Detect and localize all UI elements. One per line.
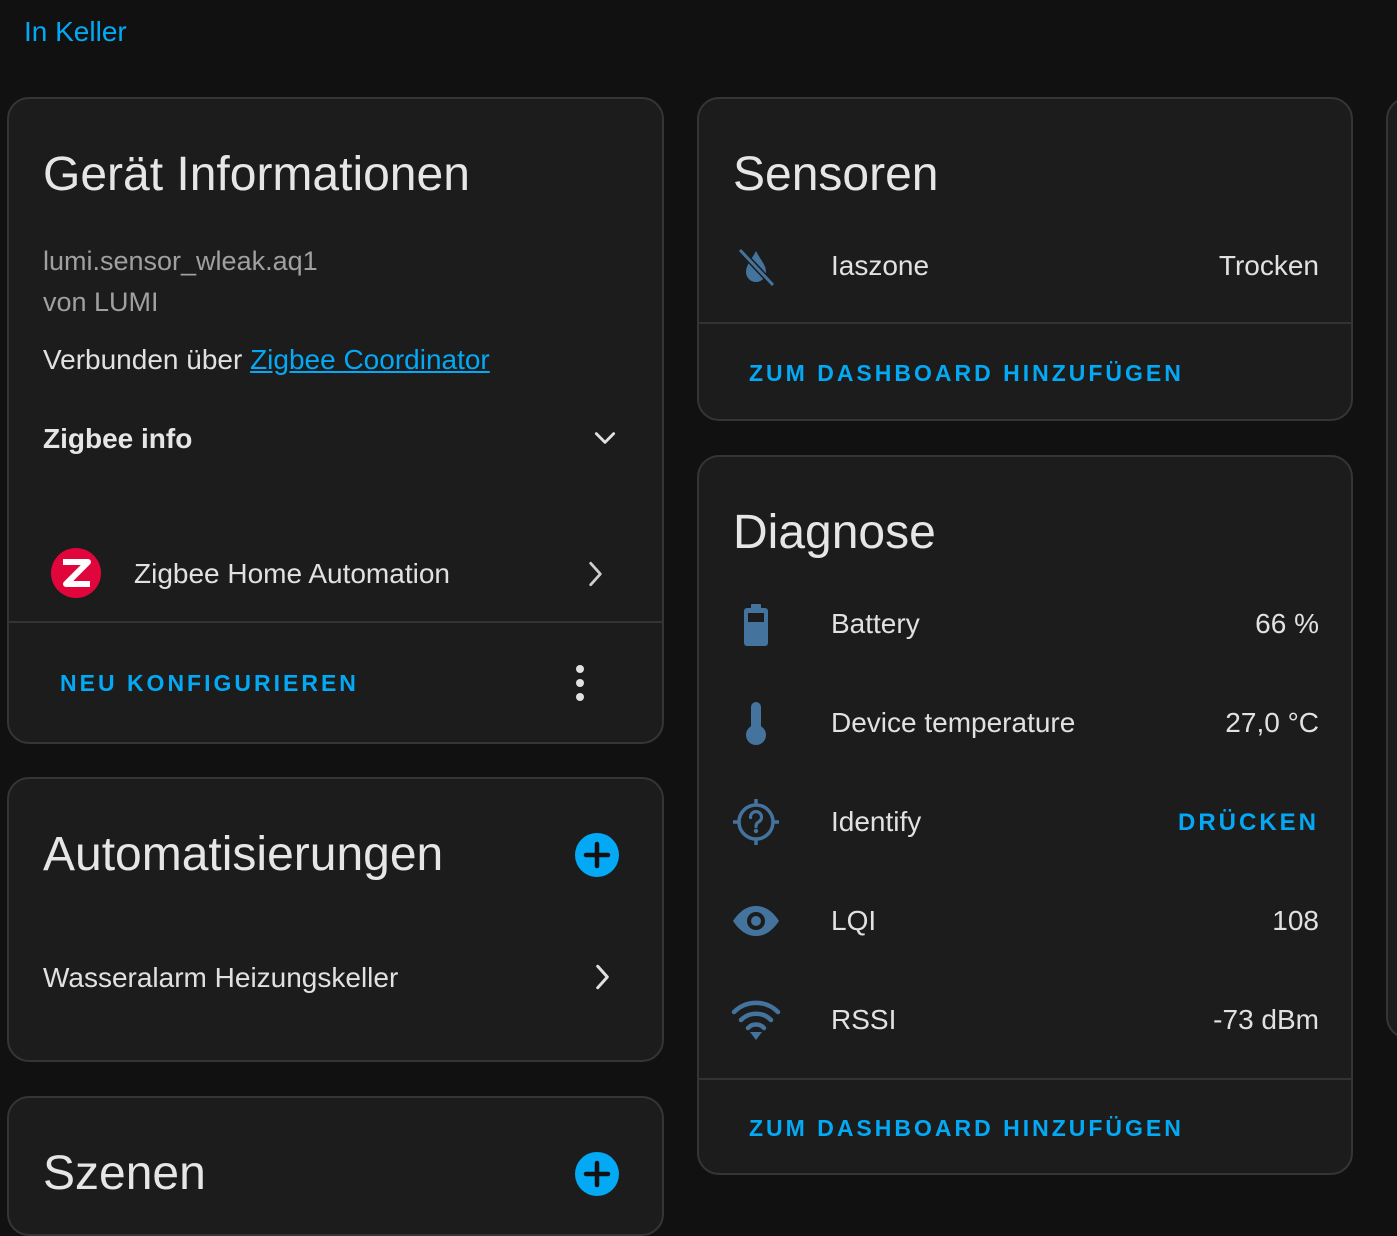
diagnostic-value: -73 dBm xyxy=(1213,1004,1319,1035)
chevron-right-icon xyxy=(589,962,615,997)
diagnostic-value: 108 xyxy=(1272,905,1319,936)
device-manufacturer: von LUMI xyxy=(43,287,159,317)
zigbee-coordinator-link[interactable]: Zigbee Coordinator xyxy=(250,344,490,375)
automations-card: Automatisierungen Wasseralarm Heizungske… xyxy=(7,777,664,1062)
more-options-icon[interactable] xyxy=(562,663,598,705)
diagnostics-card: Diagnose Battery 66 % Device temperature… xyxy=(697,455,1353,1175)
diagnostic-label: RSSI xyxy=(831,1004,897,1035)
chevron-down-icon xyxy=(592,425,618,456)
diagnostic-label: Battery xyxy=(831,608,920,639)
diagnostic-label: Device temperature xyxy=(831,707,1076,738)
connected-via-label: Verbunden über xyxy=(43,344,243,375)
add-to-dashboard-button[interactable]: ZUM DASHBOARD HINZUFÜGEN xyxy=(749,360,1184,387)
diagnostic-row-lqi[interactable]: LQI 108 xyxy=(699,890,1351,950)
add-automation-button[interactable] xyxy=(575,833,619,877)
diagnostic-value: 66 % xyxy=(1255,608,1319,639)
device-info-card: Gerät Informationen lumi.sensor_wleak.aq… xyxy=(7,97,664,744)
diagnostic-row-temperature[interactable]: Device temperature 27,0 °C xyxy=(699,692,1351,752)
integration-label: Zigbee Home Automation xyxy=(134,558,450,589)
identify-press-button[interactable]: DRÜCKEN xyxy=(1178,809,1319,837)
card-divider xyxy=(699,322,1351,324)
automation-item[interactable]: Wasseralarm Heizungskeller xyxy=(9,947,662,1007)
device-model: lumi.sensor_wleak.aq1 xyxy=(43,246,318,276)
water-off-icon xyxy=(731,241,781,291)
add-to-dashboard-button[interactable]: ZUM DASHBOARD HINZUFÜGEN xyxy=(749,1115,1184,1142)
diagnostic-row-rssi[interactable]: RSSI -73 dBm xyxy=(699,989,1351,1049)
battery-icon xyxy=(731,599,781,649)
diagnostic-label: LQI xyxy=(831,905,877,936)
card-divider xyxy=(699,1078,1351,1080)
diagnostic-row-battery[interactable]: Battery 66 % xyxy=(699,593,1351,653)
chevron-right-icon xyxy=(582,559,608,594)
wifi-icon xyxy=(731,995,781,1045)
connected-via: Verbunden über Zigbee Coordinator xyxy=(43,344,490,376)
automation-item-label: Wasseralarm Heizungskeller xyxy=(43,962,399,993)
thermometer-icon xyxy=(731,698,781,748)
automations-title: Automatisierungen xyxy=(43,828,444,881)
diagnostics-title: Diagnose xyxy=(733,506,936,559)
eye-icon xyxy=(731,896,781,946)
diagnostic-row-identify[interactable]: Identify DRÜCKEN xyxy=(699,791,1351,851)
scenes-card: Szenen xyxy=(7,1096,664,1236)
diagnostic-label: Identify xyxy=(831,806,922,837)
sensors-title: Sensoren xyxy=(733,148,939,201)
add-scene-button[interactable] xyxy=(575,1152,619,1196)
zigbee-logo-icon xyxy=(50,547,102,604)
sensors-card: Sensoren Iaszone Trocken ZUM DASHBOARD H… xyxy=(697,97,1353,421)
sensor-label: Iaszone xyxy=(831,250,930,281)
area-link[interactable]: In Keller xyxy=(24,16,127,48)
zigbee-info-label: Zigbee info xyxy=(43,423,193,454)
diagnostic-value: 27,0 °C xyxy=(1225,707,1319,738)
sensor-row-iaszone[interactable]: Iaszone Trocken xyxy=(699,235,1351,295)
plus-icon xyxy=(583,1160,611,1188)
crosshairs-question-icon xyxy=(731,797,781,847)
device-info-title: Gerät Informationen xyxy=(43,148,470,201)
plus-icon xyxy=(583,841,611,869)
integration-row[interactable]: Zigbee Home Automation xyxy=(9,539,662,609)
card-divider xyxy=(9,621,662,623)
zigbee-info-expander[interactable]: Zigbee info xyxy=(43,417,628,461)
sensor-value: Trocken xyxy=(1218,250,1319,281)
reconfigure-button[interactable]: NEU KONFIGURIEREN xyxy=(60,670,359,697)
third-column-card xyxy=(1386,97,1397,1039)
